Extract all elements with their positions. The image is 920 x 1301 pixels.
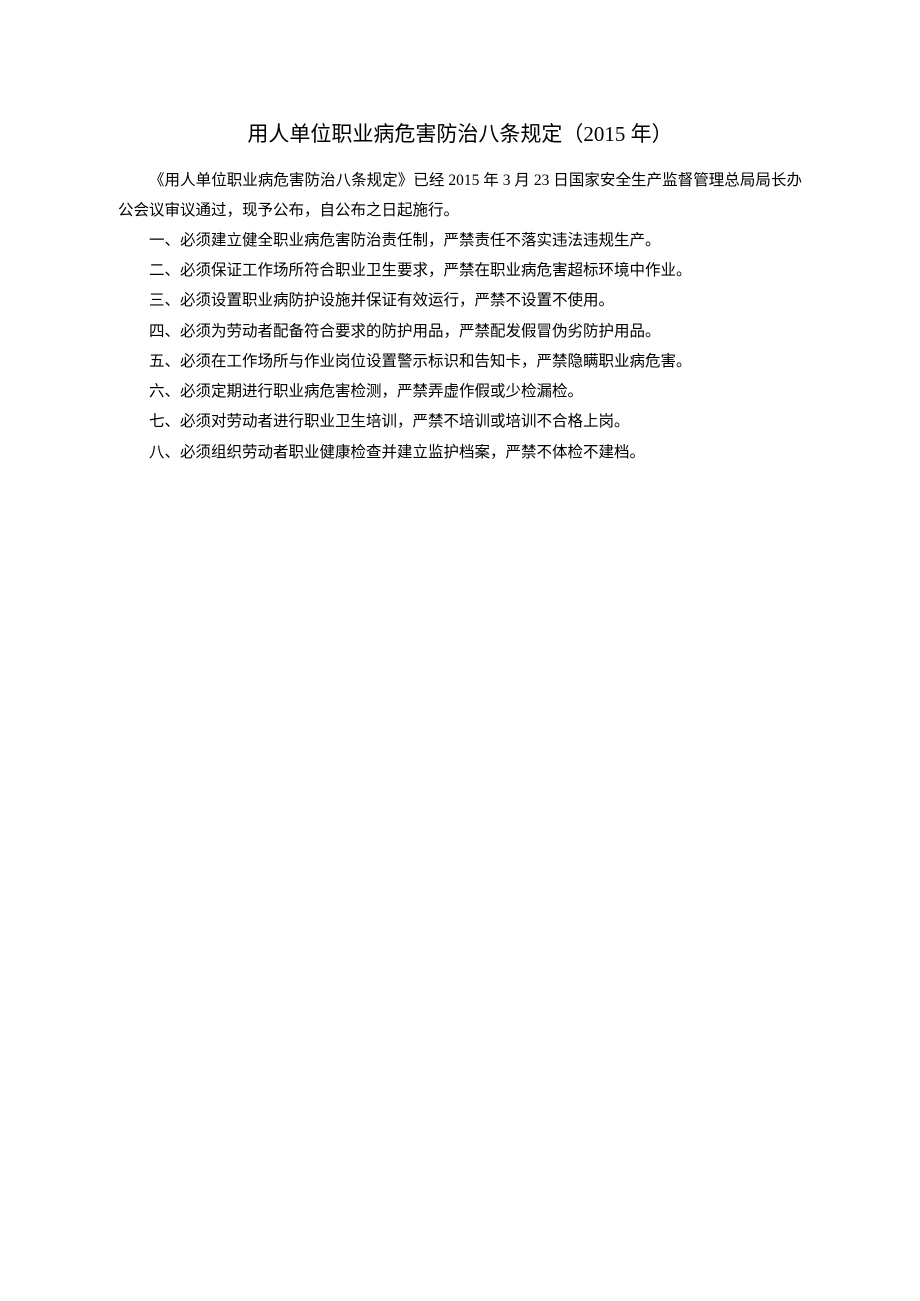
document-title: 用人单位职业病危害防治八条规定（2015 年） <box>118 118 802 152</box>
regulation-item: 二、必须保证工作场所符合职业卫生要求，严禁在职业病危害超标环境中作业。 <box>118 256 802 286</box>
regulation-item: 七、必须对劳动者进行职业卫生培训，严禁不培训或培训不合格上岗。 <box>118 407 802 437</box>
regulation-item: 五、必须在工作场所与作业岗位设置警示标识和告知卡，严禁隐瞒职业病危害。 <box>118 347 802 377</box>
document-intro: 《用人单位职业病危害防治八条规定》已经 2015 年 3 月 23 日国家安全生… <box>118 166 802 226</box>
regulation-item: 三、必须设置职业病防护设施并保证有效运行，严禁不设置不使用。 <box>118 286 802 316</box>
document-page: 用人单位职业病危害防治八条规定（2015 年） 《用人单位职业病危害防治八条规定… <box>0 0 920 468</box>
regulation-item: 八、必须组织劳动者职业健康检查并建立监护档案，严禁不体检不建档。 <box>118 438 802 468</box>
regulation-item: 四、必须为劳动者配备符合要求的防护用品，严禁配发假冒伪劣防护用品。 <box>118 317 802 347</box>
regulation-item: 一、必须建立健全职业病危害防治责任制，严禁责任不落实违法违规生产。 <box>118 226 802 256</box>
regulation-item: 六、必须定期进行职业病危害检测，严禁弄虚作假或少检漏检。 <box>118 377 802 407</box>
